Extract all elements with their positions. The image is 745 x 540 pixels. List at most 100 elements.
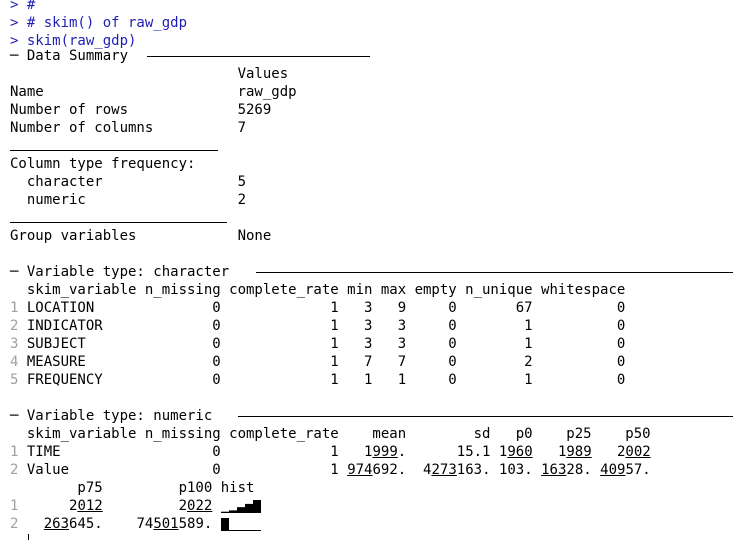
histogram-sparkline	[220, 518, 261, 531]
row-cells: SUBJECT 0 1 3 3 0 1 0	[26, 336, 626, 352]
data-summary-header: ─ Data Summary	[10, 47, 136, 65]
histogram-bar	[236, 530, 245, 531]
histogram-bar	[244, 530, 253, 531]
section-header-text: ─ Data Summary	[10, 48, 137, 64]
row-number: 3	[10, 336, 27, 352]
group-value: None	[237, 228, 272, 244]
group-variables-row: Group variables None	[10, 227, 271, 245]
numeric-column-header-row-2: p75 p100 hist	[10, 479, 254, 497]
summary-value: 7	[237, 120, 247, 136]
table-row: 2 Value 0 1 974692. 4273163. 103. 16328.…	[10, 461, 651, 479]
table-row: 5 FREQUENCY 0 1 1 1 0 1 0	[10, 371, 625, 389]
column-type-header: Column type frequency:	[10, 155, 195, 173]
summary-row: Number of columns 7	[10, 119, 246, 137]
row-cells: MEASURE 0 1 7 7 0 2 0	[26, 354, 626, 370]
histogram-bar	[220, 511, 229, 513]
table-cell: 16328.	[541, 462, 592, 478]
table-cell: 15.1	[406, 444, 491, 460]
table-cell: 1	[220, 462, 339, 478]
table-cell: 4273163.	[406, 462, 491, 478]
summary-value: raw_gdp	[237, 84, 297, 100]
numeric-column-header-row: skim_variable n_missing complete_rate me…	[10, 425, 651, 443]
table-cell: TIME	[26, 444, 137, 460]
console-command[interactable]: > # skim() of raw_gdp	[10, 14, 187, 32]
data-summary-rule	[146, 56, 370, 57]
histogram-bar	[252, 500, 261, 513]
values-header-row: Values	[10, 65, 289, 83]
column-headers: skim_variable n_missing complete_rate mi…	[10, 282, 626, 298]
numeric-section-header: ─ Variable type: numeric	[10, 407, 221, 425]
row-number: 2	[10, 318, 27, 334]
summary-label: Name	[10, 84, 238, 100]
table-cell: 974692.	[347, 462, 407, 478]
row-cells: LOCATION 0 1 3 9 0 67 0	[26, 300, 626, 316]
table-cell: 103.	[490, 462, 533, 478]
histogram-sparkline	[220, 500, 261, 513]
summary-divider	[10, 150, 218, 151]
table-row: 1 LOCATION 0 1 3 9 0 67 0	[10, 299, 625, 317]
summary-row: Number of rows 5269	[10, 101, 271, 119]
character-section-header: ─ Variable type: character	[10, 263, 238, 281]
section-header-text: ─ Variable type: character	[10, 264, 238, 280]
command-text: > # skim() of raw_gdp	[10, 15, 188, 31]
column-headers: skim_variable n_missing complete_rate me…	[10, 426, 651, 442]
histogram-bar	[252, 530, 261, 531]
column-type-row: character 5	[10, 173, 246, 191]
row-number: 2	[10, 516, 27, 532]
character-column-header-row: skim_variable n_missing complete_rate mi…	[10, 281, 625, 299]
table-row: 1 2012 2022	[10, 497, 261, 515]
table-cell: 1	[220, 444, 339, 460]
table-cell: 1999.	[338, 444, 407, 460]
character-section-rule	[256, 272, 733, 273]
column-type-count: 2	[237, 192, 247, 208]
group-label: Group variables	[10, 228, 238, 244]
histogram-bar	[220, 518, 229, 531]
column-type-name: character	[10, 174, 238, 190]
table-cell: 1960	[490, 444, 533, 460]
row-number: 1	[10, 444, 27, 460]
summary-label: Number of rows	[10, 102, 238, 118]
histogram-bar	[244, 503, 253, 513]
table-cell: 0	[136, 462, 221, 478]
table-cell: 74501589.	[102, 516, 221, 532]
section-header-text: ─ Variable type: numeric	[10, 408, 221, 424]
table-cell: 2012	[26, 498, 103, 514]
summary-divider	[10, 222, 227, 223]
table-cell: 0	[136, 444, 221, 460]
text-cursor	[28, 534, 29, 540]
table-cell: 2022	[102, 498, 213, 514]
r-console[interactable]: > # > # skim() of raw_gdp > skim(raw_gdp) ─…	[0, 0, 745, 540]
values-header: Values	[10, 66, 289, 82]
table-row: 4 MEASURE 0 1 7 7 0 2 0	[10, 353, 625, 371]
row-number: 4	[10, 354, 27, 370]
summary-label: Number of columns	[10, 120, 238, 136]
histogram-bar	[228, 530, 237, 531]
table-row: 3 SUBJECT 0 1 3 3 0 1 0	[10, 335, 625, 353]
summary-row: Name raw_gdp	[10, 83, 297, 101]
histogram-bar	[228, 510, 237, 513]
table-cell: 1989	[532, 444, 592, 460]
column-type-name: numeric	[10, 192, 238, 208]
row-number: 1	[10, 300, 27, 316]
table-row: 1 TIME 0 1 1999. 15.1 1960 1989 2002	[10, 443, 651, 461]
histogram-bar	[236, 507, 245, 513]
table-cell: Value	[26, 462, 137, 478]
column-type-label: Column type frequency:	[10, 156, 196, 172]
row-cells: INDICATOR 0 1 3 3 0 1 0	[26, 318, 626, 334]
numeric-section-rule	[238, 416, 733, 417]
table-row: 2 263645. 74501589.	[10, 515, 261, 533]
summary-value: 5269	[237, 102, 272, 118]
console-command[interactable]: > #	[10, 0, 35, 14]
table-row: 2 INDICATOR 0 1 3 3 0 1 0	[10, 317, 625, 335]
column-type-row: numeric 2	[10, 191, 246, 209]
column-type-count: 5	[237, 174, 247, 190]
row-number: 2	[10, 462, 27, 478]
table-cell: 2002	[591, 444, 651, 460]
table-cell: 263645.	[43, 516, 103, 532]
table-cell: 40957.	[600, 462, 651, 478]
row-cells: FREQUENCY 0 1 1 1 0 1 0	[26, 372, 626, 388]
row-number: 1	[10, 498, 27, 514]
row-number: 5	[10, 372, 27, 388]
column-headers: p75 p100 hist	[10, 480, 255, 496]
command-text: > #	[10, 0, 36, 13]
